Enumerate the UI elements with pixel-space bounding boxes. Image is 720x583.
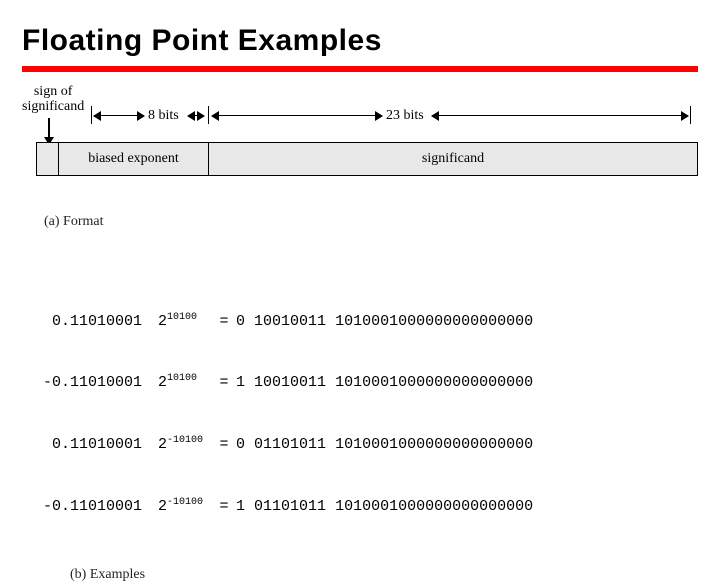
tick [690,106,691,124]
base-exp: 210100 [142,372,212,393]
sign-label: sign of significand [22,84,84,115]
field-exponent: biased exponent [59,143,209,175]
example-row: 0.11010001 2-10100 = 0 01101011 10100010… [22,434,698,455]
sign-label-line2: significand [22,99,84,114]
equals: = [212,435,236,455]
span-arrow-icon [94,115,144,116]
page-title: Floating Point Examples [0,0,720,64]
examples-block: 0.11010001 210100 = 0 10010011 101000100… [22,270,698,537]
mantissa-value: -0.11010001 [22,373,142,393]
bit-pattern: 1 01101011 1010001000000000000000 [236,497,533,517]
base-exp: 210100 [142,311,212,332]
example-row: 0.11010001 210100 = 0 10010011 101000100… [22,311,698,332]
sig-bits-label: 23 bits [386,108,424,124]
format-diagram: sign of significand 8 bits 23 bits biase… [22,84,698,214]
example-row: -0.11010001 210100 = 1 10010011 10100010… [22,372,698,393]
bit-pattern: 0 10010011 1010001000000000000000 [236,312,533,332]
format-fields: biased exponent significand [36,142,698,176]
bit-pattern: 0 01101011 1010001000000000000000 [236,435,533,455]
span-arrow-icon [212,115,382,116]
tick [91,106,92,124]
caption-a: (a) Format [44,214,720,230]
tick [208,106,209,124]
mantissa-value: 0.11010001 [22,435,142,455]
arrow-down-icon [48,118,50,144]
base-exp: 2-10100 [142,496,212,517]
span-arrow-icon [432,115,688,116]
mantissa-value: 0.11010001 [22,312,142,332]
equals: = [212,312,236,332]
sign-label-line1: sign of [22,84,84,99]
title-underline [22,66,698,72]
equals: = [212,373,236,393]
bit-pattern: 1 10010011 1010001000000000000000 [236,373,533,393]
field-sign [37,143,59,175]
base-exp: 2-10100 [142,434,212,455]
mantissa-value: -0.11010001 [22,497,142,517]
span-arrow-icon [188,115,204,116]
exp-bits-label: 8 bits [148,108,179,124]
equals: = [212,497,236,517]
caption-b: (b) Examples [70,567,720,583]
field-significand: significand [209,143,697,175]
example-row: -0.11010001 2-10100 = 1 01101011 1010001… [22,496,698,517]
